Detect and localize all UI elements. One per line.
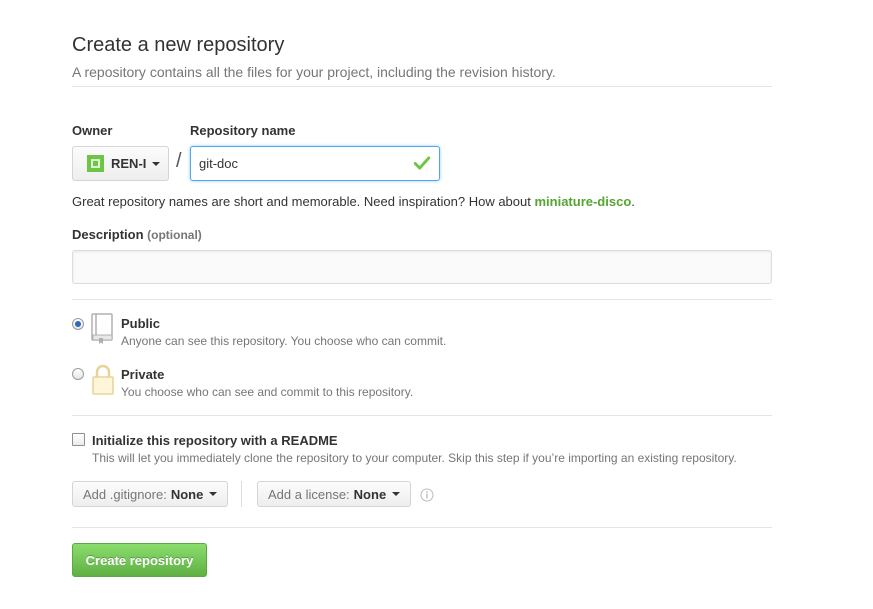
gitignore-value: None [170, 486, 204, 502]
public-radio[interactable] [72, 318, 84, 330]
page-subtitle: A repository contains all the files for … [72, 64, 556, 80]
select-separator [241, 481, 242, 507]
gitignore-label: Add .gitignore: [83, 486, 167, 502]
divider [72, 527, 772, 528]
divider [72, 86, 772, 87]
readme-checkbox[interactable] [72, 433, 85, 446]
description-label-text: Description [72, 227, 144, 242]
repo-name-input[interactable] [190, 146, 440, 181]
repo-name-hint: Great repository names are short and mem… [72, 194, 635, 209]
page-title: Create a new repository [72, 34, 285, 56]
public-description: Anyone can see this repository. You choo… [121, 334, 447, 348]
owner-name: REN-I [111, 156, 147, 171]
optional-tag: (optional) [147, 228, 202, 242]
license-value: None [353, 486, 387, 502]
license-label: Add a license: [268, 486, 350, 502]
create-repository-button[interactable]: Create repository [72, 543, 207, 577]
hint-text: Great repository names are short and mem… [72, 194, 535, 209]
chevron-down-icon [209, 492, 218, 496]
owner-repo-separator: / [176, 150, 182, 172]
hint-suffix: . [631, 194, 635, 209]
private-radio[interactable] [72, 368, 84, 380]
divider [72, 415, 772, 416]
repo-book-icon [91, 313, 113, 344]
owner-label: Owner [72, 123, 113, 138]
divider [72, 299, 772, 300]
public-title: Public [121, 316, 161, 331]
info-icon[interactable] [420, 488, 434, 502]
gitignore-select-button[interactable]: Add .gitignore: None [72, 481, 229, 507]
chevron-down-icon [152, 161, 161, 166]
private-title: Private [121, 367, 165, 382]
chevron-down-icon [392, 492, 401, 496]
check-icon [413, 156, 431, 170]
license-select-button[interactable]: Add a license: None [257, 481, 412, 507]
lock-icon [92, 364, 114, 395]
private-description: You choose who can see and commit to thi… [121, 385, 414, 399]
repo-name-label: Repository name [190, 123, 296, 138]
suggestion-link[interactable]: miniature-disco [534, 194, 631, 209]
owner-select-button[interactable]: REN-I [72, 146, 169, 181]
description-label: Description (optional) [72, 227, 202, 242]
readme-title: Initialize this repository with a README [92, 433, 338, 448]
description-input[interactable] [72, 250, 772, 284]
readme-description: This will let you immediately clone the … [92, 451, 737, 465]
owner-avatar [87, 155, 104, 172]
